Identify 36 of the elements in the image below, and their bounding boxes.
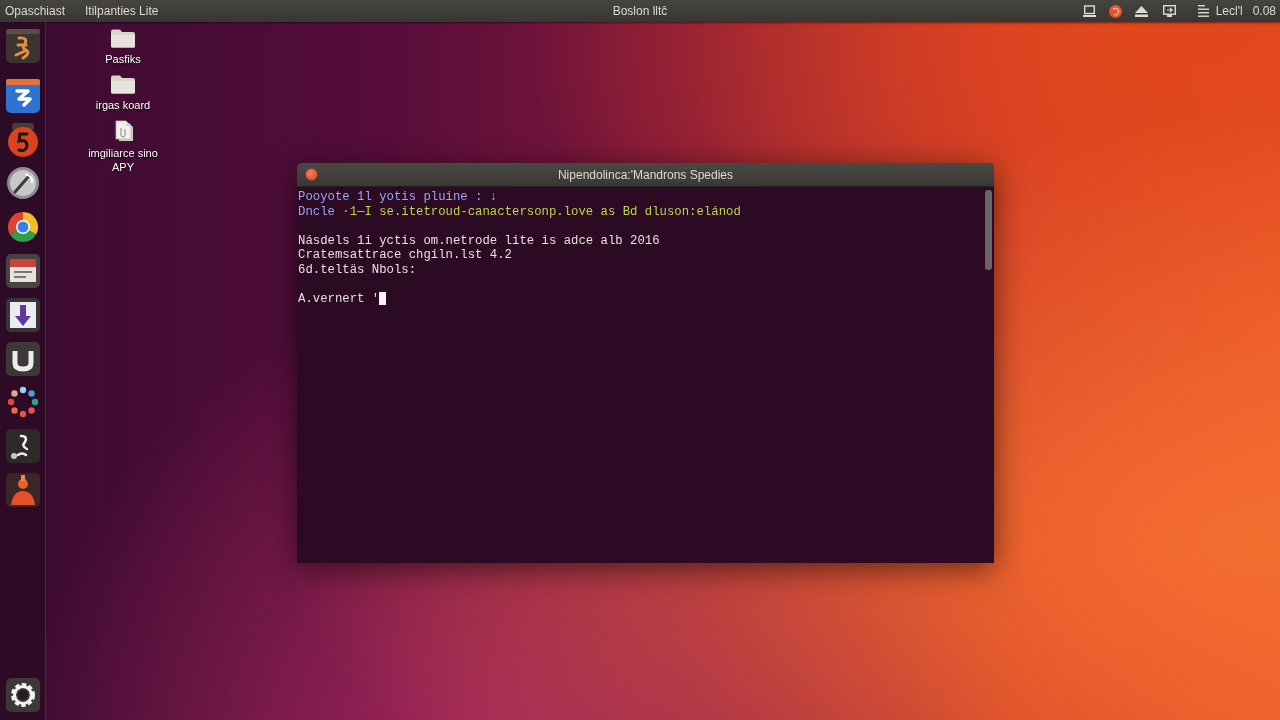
eject-icon[interactable]: [1134, 5, 1148, 17]
file-icon[interactable]: [112, 120, 134, 142]
indicator-label[interactable]: Lecl'l: [1215, 2, 1243, 20]
swirl-disc-icon[interactable]: [5, 122, 40, 157]
terminal-line: Pooyote 1l yotis pluine : ↓: [298, 190, 498, 205]
clock[interactable]: 0.08: [1252, 2, 1276, 20]
terminal-line: Cratemsattrace chgiln.lst 4.2: [298, 248, 512, 263]
terminal-line: Dncle ·1—I se.itetroud-canactersonp.love as Bd dluson:elánod: [298, 204, 741, 219]
list-icon[interactable]: [1197, 5, 1209, 17]
zigzag-tile-icon[interactable]: [5, 78, 40, 113]
menu-item[interactable]: Opaschiast: [5, 2, 66, 20]
folder-icon[interactable]: [110, 28, 136, 48]
desktop-icon-label[interactable]: Pasfiks: [80, 52, 166, 66]
top-bar-title: Boslon lltĉ: [612, 3, 668, 20]
pen-disc-icon[interactable]: [5, 166, 40, 201]
desktop-icon-label[interactable]: irgas koard: [80, 98, 166, 112]
u-shape-tile-icon[interactable]: [5, 341, 40, 376]
folder-icon[interactable]: [110, 74, 136, 94]
glyph-tile-icon[interactable]: [5, 29, 40, 63]
terminal-line: Násdels 1i yctis om.netrode lite is adce alb 2016: [298, 233, 660, 248]
monitor-icon[interactable]: [1082, 5, 1096, 17]
terminal-line: A.vernert ': [298, 291, 380, 306]
ring-icon[interactable]: [5, 210, 40, 245]
document-tile-icon[interactable]: [5, 254, 40, 288]
desktop-icon-label[interactable]: imgiliarce sino APY: [80, 146, 166, 174]
scrollbar-thumb[interactable]: [985, 190, 992, 270]
figure-tile-icon[interactable]: [5, 472, 40, 507]
dotted-circle-icon[interactable]: [5, 385, 40, 420]
window-title: Nipendolinca:'Mandrons Spedies: [557, 166, 734, 184]
menu-item[interactable]: Itilpanties Lite: [85, 2, 159, 20]
squiggle-tile-icon[interactable]: [5, 429, 40, 464]
close-button[interactable]: [305, 168, 318, 181]
display-icon[interactable]: [1162, 5, 1176, 17]
settings-icon[interactable]: [5, 678, 40, 712]
terminal-line: 6d.teltäs Nbols:: [298, 262, 417, 277]
ball-icon[interactable]: [1108, 4, 1122, 18]
